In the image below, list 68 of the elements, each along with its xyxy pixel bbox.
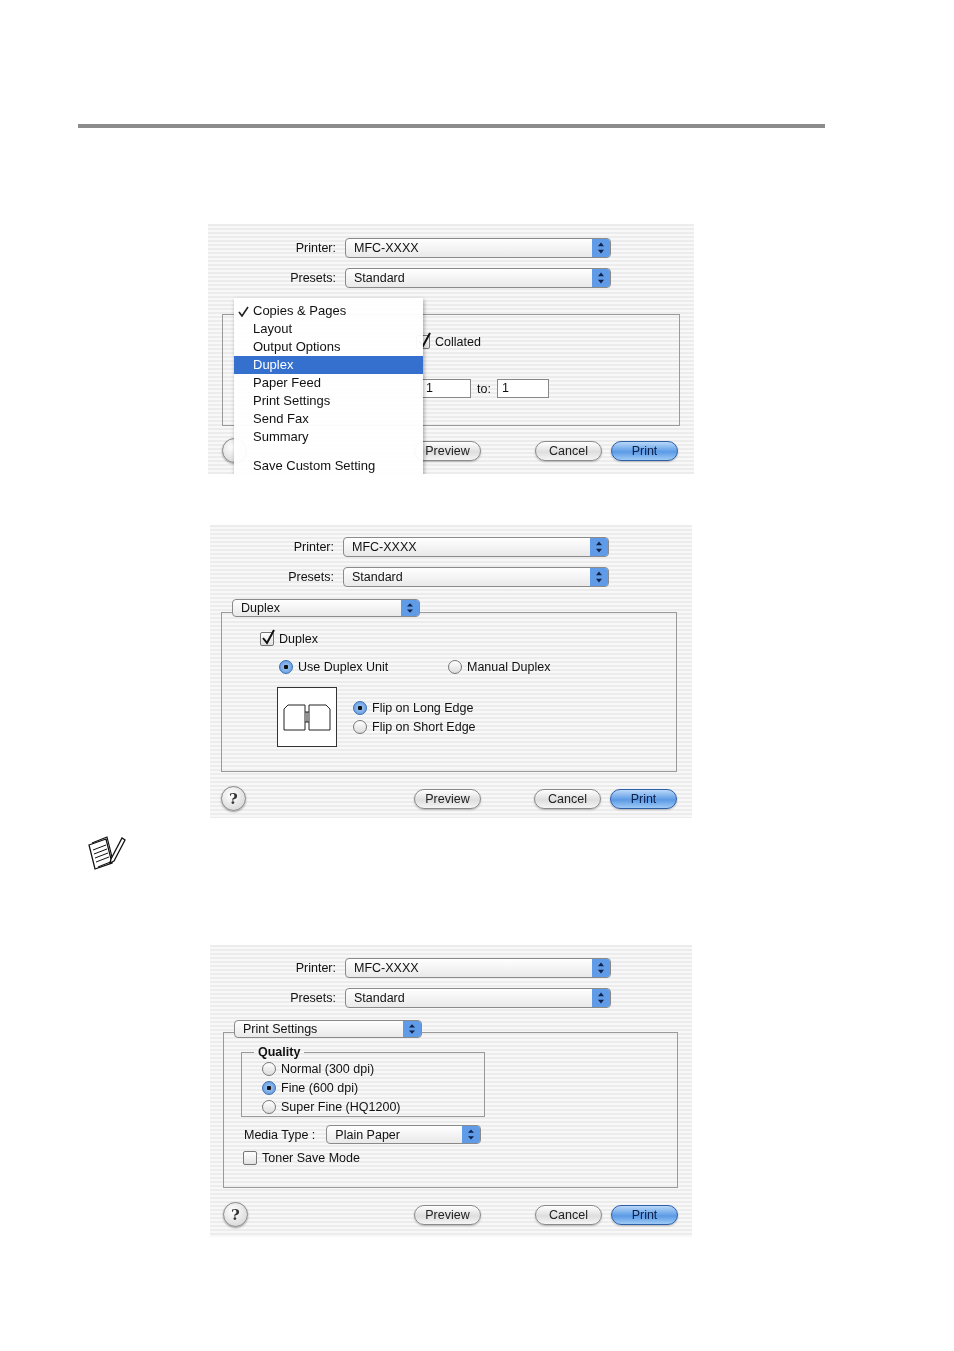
radio-label: Flip on Short Edge (372, 719, 476, 734)
print-button[interactable]: Print (611, 440, 678, 461)
popup-menu[interactable]: Duplex (232, 599, 420, 617)
open-booklet-icon (283, 702, 331, 732)
popup-menu[interactable]: Print Settings (234, 1020, 422, 1038)
stepper-icon (401, 600, 419, 616)
menu-item[interactable]: Layout (234, 320, 423, 338)
popup-menu[interactable]: Standard (343, 567, 609, 587)
menu-item[interactable]: Duplex (234, 356, 423, 374)
field-label: Printer: (294, 961, 336, 975)
checkbox[interactable] (243, 1150, 257, 1165)
menu-item[interactable]: Paper Feed (234, 374, 423, 392)
menu-item[interactable]: Output Options (234, 338, 423, 356)
menu-item[interactable]: Print Settings (234, 392, 423, 410)
stepper-icon (590, 568, 608, 586)
menu-item[interactable]: Send Fax (234, 410, 423, 428)
radio-label: Flip on Long Edge (372, 700, 474, 715)
help-button[interactable]: ? (223, 1202, 248, 1227)
radio-label: Manual Duplex (467, 659, 551, 674)
radio-label: Fine (600 dpi) (281, 1080, 359, 1095)
radio-button[interactable] (262, 1061, 276, 1076)
checkbox-label: Toner Save Mode (262, 1150, 360, 1165)
print-button[interactable]: Print (611, 1204, 678, 1225)
checkbox[interactable] (260, 631, 274, 646)
print-button[interactable]: Print (610, 788, 677, 809)
radio-button[interactable] (279, 659, 293, 674)
cancel-button[interactable]: Cancel (534, 788, 601, 809)
field-label: Presets: (289, 991, 336, 1005)
notepad-pencil-icon (86, 833, 126, 873)
radio-button[interactable] (353, 719, 367, 734)
radio-button[interactable] (448, 659, 462, 674)
popup-menu[interactable]: Standard (345, 268, 611, 288)
from-field[interactable]: 1 (421, 379, 471, 398)
radio-button[interactable] (262, 1099, 276, 1114)
popup-menu[interactable]: MFC-XXXX (345, 238, 611, 258)
radio-label: Normal (300 dpi) (281, 1061, 375, 1076)
field-label: Printer: (292, 540, 334, 554)
stepper-icon (403, 1021, 421, 1037)
checkbox-label: Collated (435, 334, 481, 349)
field-label: Presets: (287, 570, 334, 584)
stepper-icon (592, 959, 610, 977)
field-label: Printer: (294, 241, 336, 255)
popup-menu[interactable]: Standard (345, 988, 611, 1008)
radio-button[interactable] (353, 700, 367, 715)
checkmark-icon (238, 306, 249, 317)
field-label: Presets: (289, 271, 336, 285)
to-field[interactable]: 1 (496, 379, 549, 398)
popup-menu[interactable]: MFC-XXXX (343, 537, 609, 557)
radio-label: Super Fine (HQ1200) (281, 1099, 401, 1114)
menu-item[interactable]: Copies & Pages (234, 302, 423, 320)
cancel-button[interactable]: Cancel (535, 1204, 602, 1225)
stepper-icon (592, 239, 610, 257)
help-button[interactable]: ? (221, 786, 246, 811)
popup-menu[interactable]: MFC-XXXX (345, 958, 611, 978)
stepper-icon (592, 269, 610, 287)
group-title: Quality (257, 1045, 302, 1059)
checkbox-label: Duplex (279, 631, 318, 646)
field-label: Media Type : (244, 1127, 316, 1142)
cancel-button[interactable]: Cancel (535, 440, 602, 461)
radio-button[interactable] (262, 1080, 276, 1095)
popup-menu[interactable]: Plain Paper (326, 1125, 482, 1144)
preview-button[interactable]: Preview (414, 1204, 481, 1225)
stepper-icon (462, 1126, 481, 1143)
radio-label: Use Duplex Unit (298, 659, 389, 674)
stepper-icon (590, 538, 608, 556)
preview-button[interactable]: Preview (414, 788, 481, 809)
field-label: to: (477, 381, 491, 396)
stepper-icon (592, 989, 610, 1007)
